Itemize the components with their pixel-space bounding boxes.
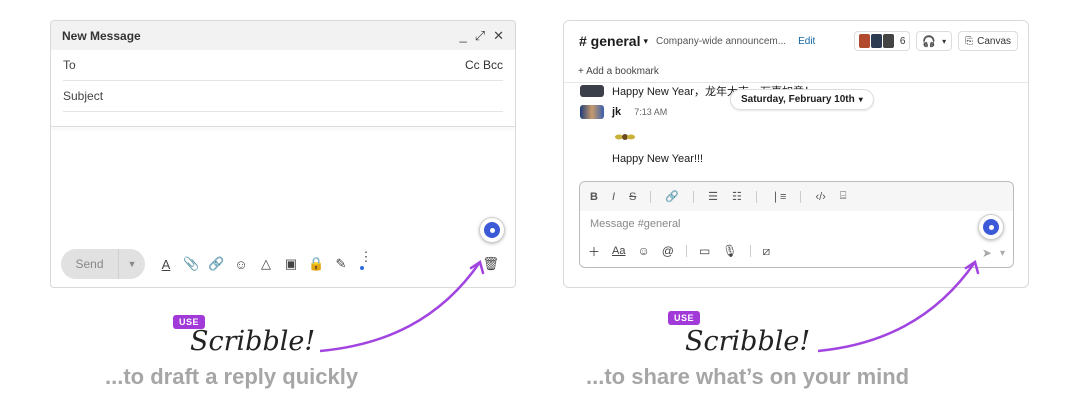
scribble-logo: Scribble! bbox=[685, 326, 811, 357]
arrow-left-icon bbox=[319, 261, 482, 353]
scribble-logo: Scribble! bbox=[190, 326, 316, 357]
use-badge: USE bbox=[668, 311, 701, 325]
caption-left: ...to draft a reply quickly bbox=[105, 364, 359, 389]
caption-right: ...to share what’s on your mind bbox=[586, 364, 910, 389]
arrow-right-icon bbox=[817, 261, 977, 353]
curved-arrows bbox=[319, 259, 980, 353]
